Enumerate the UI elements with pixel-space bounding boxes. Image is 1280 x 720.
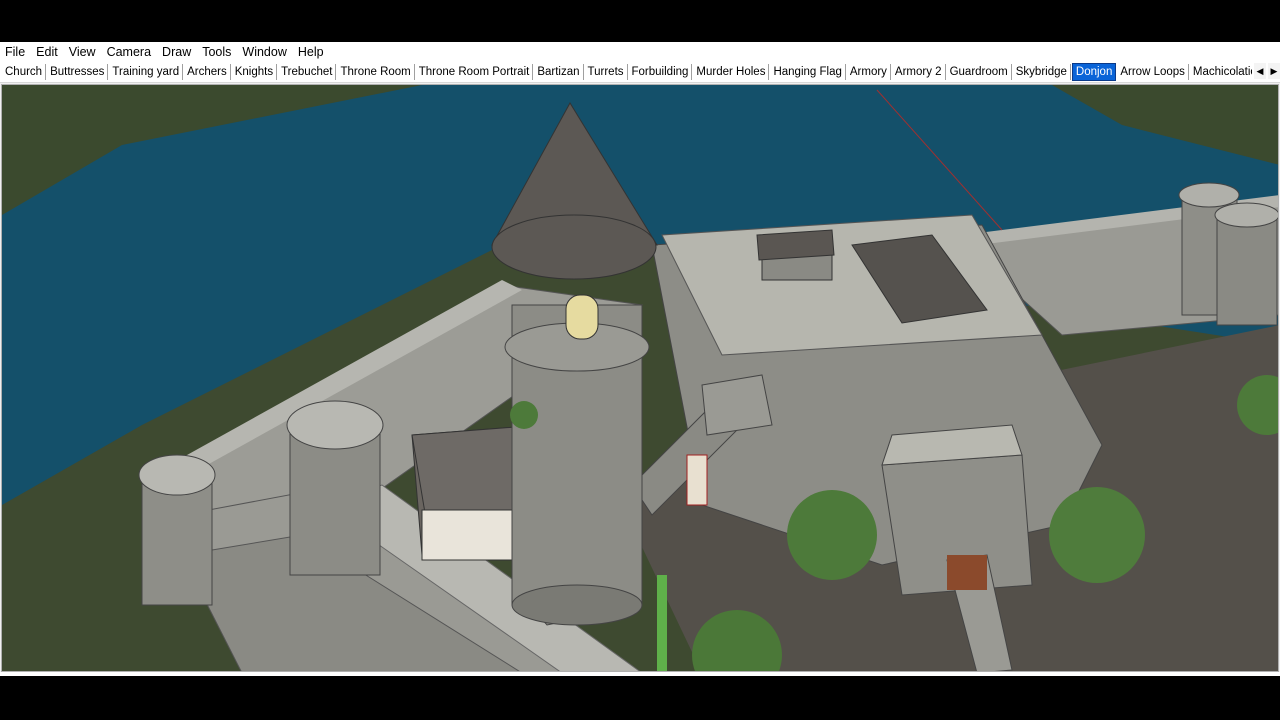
menu-bar: File Edit View Camera Draw Tools Window … [0,42,1280,62]
triangle-left-icon[interactable]: ◀ [1254,63,1266,79]
menu-help[interactable]: Help [293,42,330,62]
scene-tab[interactable]: Training yard [109,64,184,80]
castle-model-render [2,85,1278,671]
scene-tab[interactable]: Armory [847,64,891,80]
scene-tab[interactable]: Turrets [585,64,628,80]
scene-tab[interactable]: Knights [232,64,278,80]
scene-tab-bar: Church Buttresses Training yard Archers Knig… [0,62,1280,83]
scene-tab[interactable]: Hanging Flag [770,64,846,80]
scene-tab[interactable]: Forbuilding [629,64,693,80]
status-strip [0,672,1280,676]
scene-tab[interactable]: Throne Room Portrait [416,64,534,80]
scene-tab[interactable]: Armory 2 [892,64,946,80]
scene-tab[interactable]: Machicolations [1190,64,1252,80]
scene-tab[interactable]: Bartizan [534,64,584,80]
scene-tab[interactable]: Throne Room [337,64,415,80]
scene-tab[interactable]: Trebuchet [278,64,337,80]
triangle-right-icon[interactable]: ▶ [1268,63,1280,79]
sketchup-window: File Edit View Camera Draw Tools Window … [0,42,1280,676]
scene-tab[interactable]: Donjon [1071,63,1117,81]
menu-view[interactable]: View [64,42,102,62]
menu-draw[interactable]: Draw [157,42,197,62]
menu-file[interactable]: File [0,42,31,62]
menu-camera[interactable]: Camera [102,42,157,62]
menu-edit[interactable]: Edit [31,42,64,62]
scene-tab[interactable]: Guardroom [947,64,1012,80]
scene-tab[interactable]: Arrow Loops [1117,64,1189,80]
scene-tab[interactable]: Skybridge [1013,64,1071,80]
scene-tab[interactable]: Murder Holes [693,64,770,80]
scene-tab[interactable]: Church [2,64,47,80]
scene-tab[interactable]: Archers [184,64,231,80]
scene-tabs: Church Buttresses Training yard Archers Knig… [2,62,1252,82]
menu-tools[interactable]: Tools [197,42,237,62]
3d-viewport[interactable] [1,84,1279,672]
menu-window[interactable]: Window [237,42,292,62]
scene-tab[interactable]: Buttresses [47,64,109,80]
